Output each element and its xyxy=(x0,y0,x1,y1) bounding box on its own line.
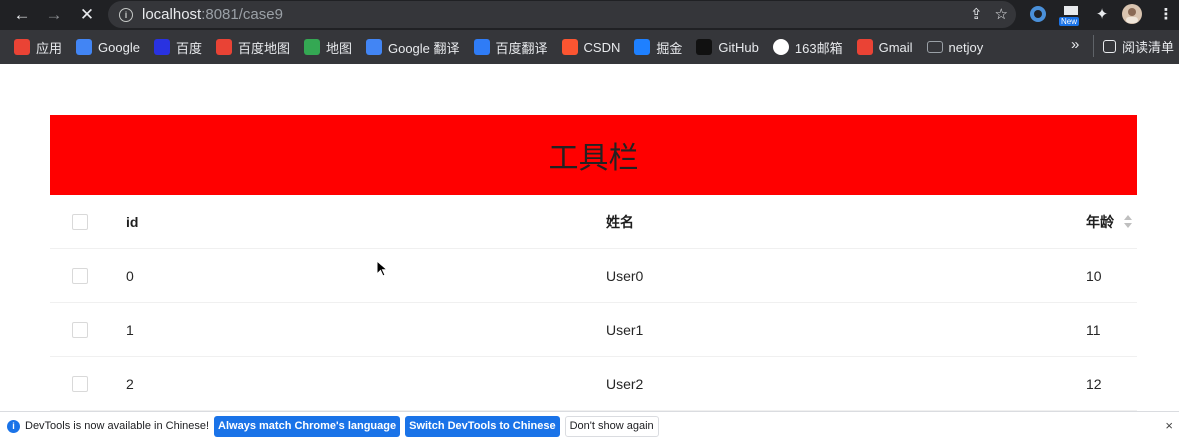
mouse-pointer-icon xyxy=(376,260,388,277)
sort-caret-icon[interactable] xyxy=(1124,215,1132,229)
cell-age: 11 xyxy=(1086,321,1101,338)
reading-list-icon xyxy=(1103,39,1116,53)
avatar[interactable] xyxy=(1122,4,1142,24)
address-url[interactable]: localhost:8081/case9 xyxy=(142,6,283,23)
github-icon xyxy=(696,39,713,55)
forward-arrow-icon[interactable]: → xyxy=(43,4,65,26)
new-badge: New xyxy=(1059,17,1080,26)
bookmark-label: GitHub xyxy=(718,39,759,55)
data-table: id 姓名 年龄 0 User0 10 1 User1 11 2 User2 12 xyxy=(50,195,1137,411)
bookmark-item[interactable]: 地图 xyxy=(297,35,359,59)
toolbar-title: 工具栏 xyxy=(548,142,639,175)
dont-show-again-button[interactable]: Don't show again xyxy=(564,415,659,437)
bookmark-label: 163邮箱 xyxy=(794,40,843,56)
bookmark-item[interactable]: 百度地图 xyxy=(209,35,297,59)
bookmark-item[interactable]: Google 翻译 xyxy=(359,35,467,59)
bookmark-label: Google 翻译 xyxy=(387,40,460,56)
share-icon[interactable]: ⇪ xyxy=(970,5,983,23)
bookmark-item[interactable]: 百度翻译 xyxy=(467,35,555,59)
page-content: 工具栏 id 姓名 年龄 0 User0 10 1 User1 11 2 User2 12 xyxy=(0,64,1179,411)
bookmark-label: 百度 xyxy=(175,40,202,56)
url-host: localhost xyxy=(142,6,202,23)
bookmarks-bar: 应用 Google 百度 百度地图 地图 Google 翻译 百度翻译 CSDN 掘金 GitHu… xyxy=(0,30,1179,64)
bookmarks-overflow-icon[interactable]: » xyxy=(1071,36,1079,53)
column-header-id: id xyxy=(126,213,139,230)
google-translate-icon xyxy=(365,39,382,55)
cell-name: User1 xyxy=(606,321,644,338)
baidu-icon xyxy=(153,39,170,55)
devtools-language-infobar: i DevTools is now available in Chinese! … xyxy=(0,411,1179,440)
bookmark-label: 地图 xyxy=(325,40,352,56)
bookmark-label: Google xyxy=(98,39,140,55)
bookmark-item[interactable]: CSDN xyxy=(555,35,628,59)
bookmark-item[interactable]: Google xyxy=(69,35,147,59)
bookmark-label: 应用 xyxy=(36,40,63,56)
table-row: 2 User2 12 xyxy=(50,357,1137,411)
switch-to-chinese-button[interactable]: Switch DevTools to Chinese xyxy=(405,415,560,437)
google-icon xyxy=(76,39,93,55)
bookmarks-divider xyxy=(1093,35,1094,57)
toolbar-banner: 工具栏 xyxy=(50,115,1137,195)
cell-name: User0 xyxy=(606,267,644,284)
bookmark-star-icon[interactable]: ☆ xyxy=(995,5,1008,23)
cell-age: 10 xyxy=(1086,267,1102,284)
bookmark-item[interactable]: 163邮箱 xyxy=(766,35,850,59)
bookmark-item[interactable]: 掘金 xyxy=(627,35,689,59)
extension-blue-icon[interactable] xyxy=(1028,4,1048,24)
bookmark-label: 百度地图 xyxy=(237,40,290,56)
bookmark-item[interactable]: 百度 xyxy=(147,35,209,59)
row-checkbox[interactable] xyxy=(72,375,88,392)
reading-list-label: 阅读清单 xyxy=(1122,39,1175,55)
apps-grid-icon xyxy=(14,39,30,55)
row-checkbox[interactable] xyxy=(72,321,88,338)
back-arrow-icon[interactable]: ← xyxy=(11,4,33,26)
browser-toolbar: ← → ✕ i localhost:8081/case9 ⇪ ☆ New ✦ ⋮ xyxy=(0,0,1179,30)
puzzle-extensions-icon[interactable]: ✦ xyxy=(1092,4,1112,24)
cell-age: 12 xyxy=(1086,375,1102,392)
bookmark-label: 百度翻译 xyxy=(495,40,548,56)
select-all-checkbox[interactable] xyxy=(72,213,88,230)
extension-new-icon[interactable]: New xyxy=(1059,4,1083,26)
bookmark-item[interactable]: 应用 xyxy=(7,35,69,59)
kebab-menu-icon[interactable]: ⋮ xyxy=(1156,4,1176,24)
table-row: 0 User0 10 xyxy=(50,249,1137,303)
match-language-button[interactable]: Always match Chrome's language xyxy=(214,415,401,437)
site-info-icon[interactable]: i xyxy=(119,7,133,22)
address-bar[interactable]: i localhost:8081/case9 ⇪ ☆ xyxy=(108,1,1016,28)
bookmark-label: CSDN xyxy=(583,39,621,55)
cell-id: 0 xyxy=(126,267,134,284)
row-checkbox[interactable] xyxy=(72,267,88,284)
bookmark-label: Gmail xyxy=(878,39,913,55)
reading-list-button[interactable]: 阅读清单 xyxy=(1096,34,1179,58)
table-row: 1 User1 11 xyxy=(50,303,1137,357)
bookmark-label: netjoy xyxy=(948,39,984,55)
baidu-translate-icon xyxy=(473,39,490,55)
bookmark-item[interactable]: GitHub xyxy=(689,35,765,59)
column-header-age[interactable]: 年龄 xyxy=(1086,212,1114,232)
gmail-icon xyxy=(856,39,873,55)
column-header-name: 姓名 xyxy=(606,213,634,230)
bookmark-label: 掘金 xyxy=(656,40,683,56)
baidu-map-icon xyxy=(215,39,232,55)
maps-pin-icon xyxy=(303,39,320,55)
bookmark-item[interactable]: netjoy xyxy=(920,35,991,59)
bookmark-item[interactable]: Gmail xyxy=(850,35,920,59)
cell-id: 1 xyxy=(126,321,134,338)
infobar-message: DevTools is now available in Chinese! xyxy=(25,420,210,432)
info-icon: i xyxy=(7,419,20,433)
url-path: :8081/case9 xyxy=(201,6,283,23)
close-infobar-icon[interactable]: × xyxy=(1165,418,1173,433)
juejin-icon xyxy=(634,39,651,55)
folder-icon xyxy=(926,41,943,53)
cell-name: User2 xyxy=(606,375,644,392)
table-header-row: id 姓名 年龄 xyxy=(50,195,1137,249)
stop-loading-icon[interactable]: ✕ xyxy=(76,4,98,26)
cell-id: 2 xyxy=(126,375,134,392)
csdn-icon xyxy=(561,39,578,55)
mail163-icon xyxy=(772,39,789,55)
